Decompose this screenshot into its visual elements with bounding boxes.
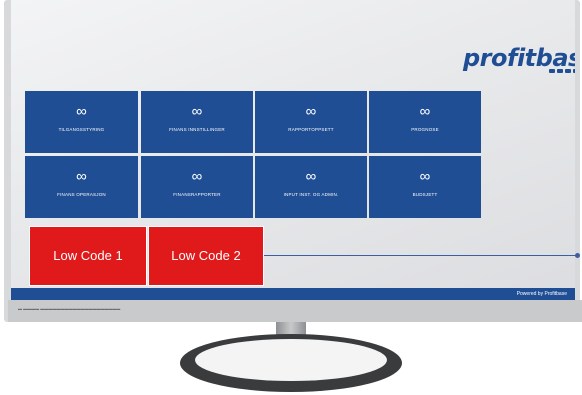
footer-bar: Powered by Profitbase: [11, 288, 575, 300]
profitbase-logo: profitbase: [463, 44, 575, 82]
tile-finansrapporter[interactable]: ∞ FINANSRAPPORTER: [141, 156, 253, 218]
tile-label: FINANSRAPPORTER: [173, 192, 221, 197]
infinity-icon: ∞: [76, 103, 87, 120]
infinity-icon: ∞: [191, 103, 203, 120]
tile-label: FINANS INNSTILLINGER: [169, 127, 225, 132]
tile-finans-operasjon[interactable]: ∞ FINANS OPERASJON: [25, 156, 138, 218]
infinity-icon: ∞: [419, 103, 431, 120]
infinity-icon: ∞: [419, 168, 431, 185]
monitor-stand-inner: [195, 339, 387, 381]
tile-budsjett[interactable]: ∞ BUDSJETT: [369, 156, 481, 218]
infinity-icon: ∞: [305, 103, 317, 120]
bezel-decoration: ▬ ▬▬▬▬ ▬▬▬▬▬▬▬▬▬▬▬▬▬▬▬▬▬▬▬▬: [18, 306, 121, 311]
tile-finans-innstillinger[interactable]: ∞ FINANS INNSTILLINGER: [141, 91, 253, 153]
tile-prognose[interactable]: ∞ PROGNOSE: [369, 91, 481, 153]
tile-label: INPUT INST. OG ADMIN.: [283, 192, 339, 197]
tile-label: BUDSJETT: [412, 192, 438, 197]
tile-label: RAPPORTOPPSETT: [288, 127, 334, 132]
infinity-icon: ∞: [191, 168, 203, 185]
tile-label: FINANS OPERASJON: [57, 192, 106, 197]
connector-endpoint: [575, 253, 580, 258]
infinity-icon: ∞: [76, 168, 87, 185]
powered-by-text: Powered by Profitbase: [516, 291, 567, 297]
tile-tilgangsstyring[interactable]: ∞ TILGANGSSTYRING: [25, 91, 138, 153]
connector-line: [264, 255, 578, 256]
monitor-bezel: ▬ ▬▬▬▬ ▬▬▬▬▬▬▬▬▬▬▬▬▬▬▬▬▬▬▬▬: [8, 300, 582, 322]
tile-label: PROGNOSE: [411, 127, 439, 132]
infinity-icon: ∞: [305, 168, 317, 185]
tile-label: TILGANGSSTYRING: [58, 127, 105, 132]
tile-input-inst-og-admin[interactable]: ∞ INPUT INST. OG ADMIN.: [255, 156, 367, 218]
low-code-2-button[interactable]: Low Code 2: [148, 226, 264, 286]
low-code-1-button[interactable]: Low Code 1: [29, 226, 147, 286]
logo-text: profitbase: [463, 44, 575, 72]
logo-dots: [549, 69, 575, 73]
tile-rapportoppsett[interactable]: ∞ RAPPORTOPPSETT: [255, 91, 367, 153]
